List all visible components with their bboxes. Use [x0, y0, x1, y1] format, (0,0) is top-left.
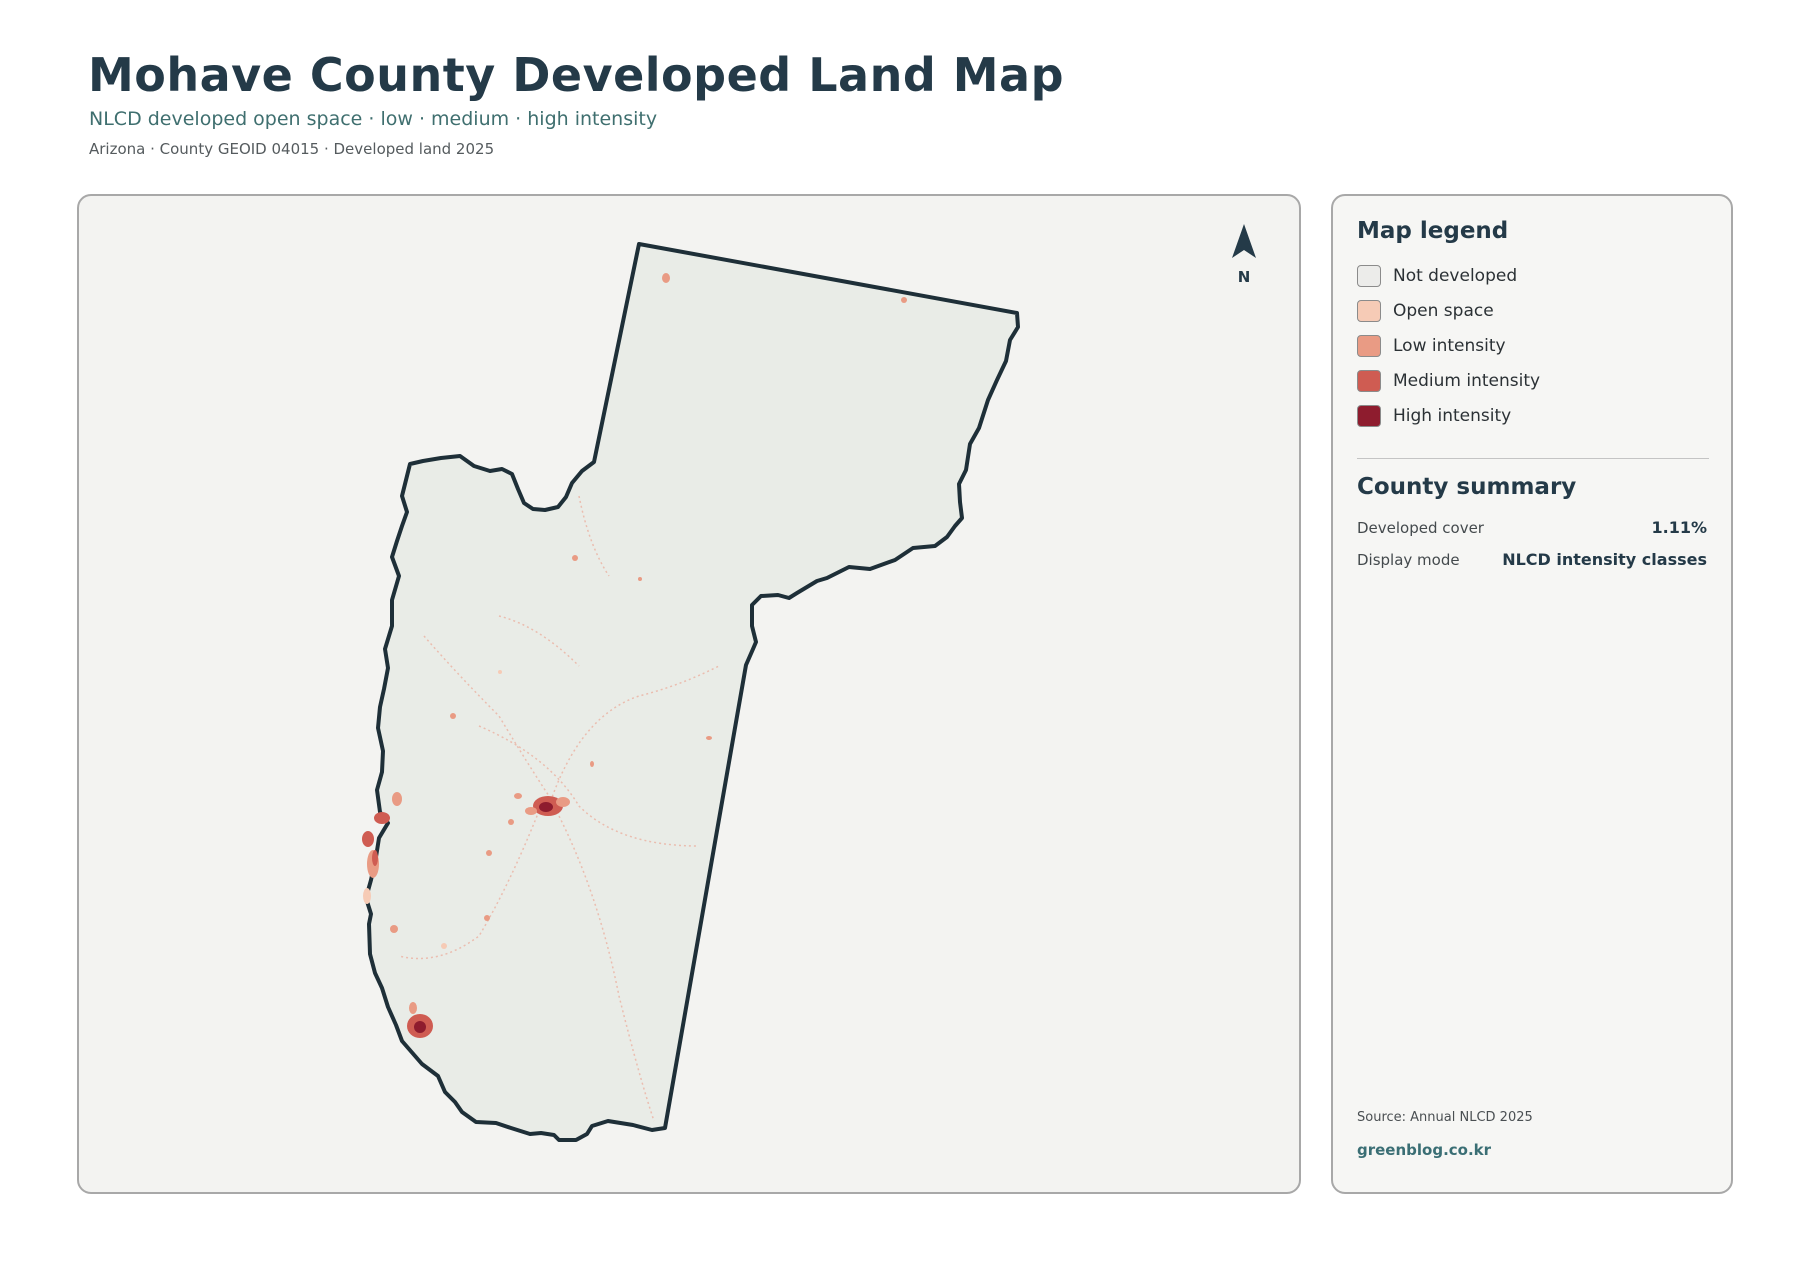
legend-label: Medium intensity — [1393, 371, 1541, 391]
legend-swatch-medium-intensity — [1357, 370, 1381, 392]
summary-value: 1.11% — [1651, 518, 1707, 537]
page-meta: Arizona · County GEOID 04015 · Developed… — [89, 140, 495, 158]
legend-label: Not developed — [1393, 266, 1518, 286]
legend-item-not-developed: Not developed — [1357, 265, 1540, 301]
north-arrow: N — [1222, 222, 1266, 286]
legend-item-low-intensity: Low intensity — [1357, 335, 1540, 371]
summary-key: Developed cover — [1357, 519, 1484, 537]
legend-label: Low intensity — [1393, 336, 1506, 356]
source-note: Source: Annual NLCD 2025 — [1357, 1110, 1533, 1125]
county-boundary — [364, 242, 1020, 1142]
summary-value: NLCD intensity classes — [1502, 550, 1707, 569]
county-map[interactable] — [79, 196, 1301, 1194]
legend-label: Open space — [1393, 301, 1494, 321]
legend-swatch-low-intensity — [1357, 335, 1381, 357]
legend-panel: Map legend Not developed Open space Low … — [1331, 194, 1733, 1194]
legend-list: Not developed Open space Low intensity M… — [1357, 265, 1541, 441]
legend-item-open-space: Open space — [1357, 300, 1540, 336]
summary-row-display-mode: Display mode NLCD intensity classes — [1357, 550, 1707, 569]
summary-key: Display mode — [1357, 551, 1460, 569]
north-label: N — [1237, 268, 1251, 286]
legend-item-high-intensity: High intensity — [1357, 405, 1540, 441]
north-arrow-icon — [1232, 224, 1256, 258]
legend-divider — [1357, 458, 1709, 459]
legend-swatch-high-intensity — [1357, 405, 1381, 427]
summary-row-developed-cover: Developed cover 1.11% — [1357, 518, 1707, 537]
page-subtitle: NLCD developed open space · low · medium… — [89, 108, 658, 130]
legend-swatch-not-developed — [1357, 265, 1381, 287]
legend-title: Map legend — [1357, 218, 1509, 244]
legend-label: High intensity — [1393, 406, 1512, 426]
map-panel[interactable] — [77, 194, 1301, 1194]
legend-item-medium-intensity: Medium intensity — [1357, 370, 1541, 406]
legend-swatch-open-space — [1357, 300, 1381, 322]
brand-link[interactable]: greenblog.co.kr — [1357, 1141, 1491, 1159]
summary-title: County summary — [1357, 474, 1577, 500]
page-title: Mohave County Developed Land Map — [88, 48, 1065, 102]
